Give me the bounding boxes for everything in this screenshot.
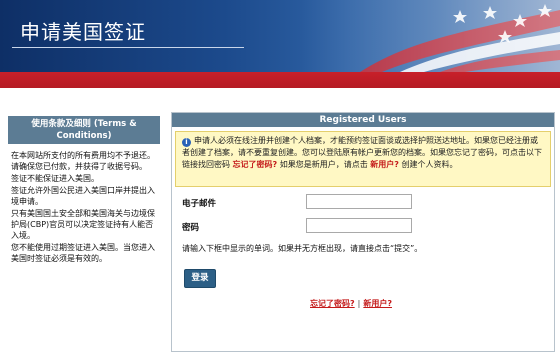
link-separator: | [357,299,361,308]
notice-text: 创建个人资料。 [401,160,458,169]
login-button[interactable]: 登录 [184,269,216,288]
email-label: 电子邮件 [182,199,217,209]
notice-forgot-password-link[interactable]: 忘记了密码? [233,160,278,169]
email-field[interactable] [306,194,412,209]
password-field[interactable] [306,218,412,233]
captcha-instruction: 请输入下框中显示的单词。如果并无方框出现，请直接点击“提交”。 [182,244,423,253]
terms-paragraph: 签证不能保证进入美国。 [11,174,99,183]
terms-paragraph: 只有美国国土安全部和美国海关与边境保护局(CBP)官员可以决定签证持有人能否入境… [11,209,155,240]
info-notice: i 申请人必须在线注册并创建个人档案，才能预约签证面谈或选择护照送达地址。如果您已… [175,131,551,187]
info-icon: i [182,138,191,147]
terms-paragraph: 在本网站所支付的所有费用均不予退还。请确保您已付款，并获得了收据号码。 [11,151,155,171]
terms-panel: 使用条款及细则 (Terms & Conditions) 在本网站所支付的所有费… [8,116,160,265]
flag-graphic [300,0,560,72]
red-stripe-band [0,72,560,88]
password-label: 密码 [182,223,200,233]
notice-text: 如果您是新用户，请点击 [279,160,368,169]
title-underline [12,47,244,48]
registered-users-heading: Registered Users [172,113,554,127]
terms-paragraph: 签证允许外国公民进入美国口岸并提出入境申请。 [11,186,155,206]
forgot-password-link[interactable]: 忘记了密码? [310,299,355,308]
terms-body: 在本网站所支付的所有费用均不予退还。请确保您已付款，并获得了收据号码。 签证不能… [8,144,160,264]
notice-new-user-link[interactable]: 新用户? [370,160,399,169]
header-banner: 申请美国签证 [0,0,560,72]
login-panel: Registered Users i 申请人必须在线注册并创建个人档案，才能预约签… [171,112,555,352]
terms-paragraph: 您不能使用过期签证进入美国。当您进入美国时签证必须是有效的。 [11,243,155,263]
new-user-link[interactable]: 新用户? [363,299,392,308]
terms-heading: 使用条款及细则 (Terms & Conditions) [8,116,160,144]
account-links: 忘记了密码? | 新用户? [310,298,392,309]
page-title: 申请美国签证 [20,20,146,44]
